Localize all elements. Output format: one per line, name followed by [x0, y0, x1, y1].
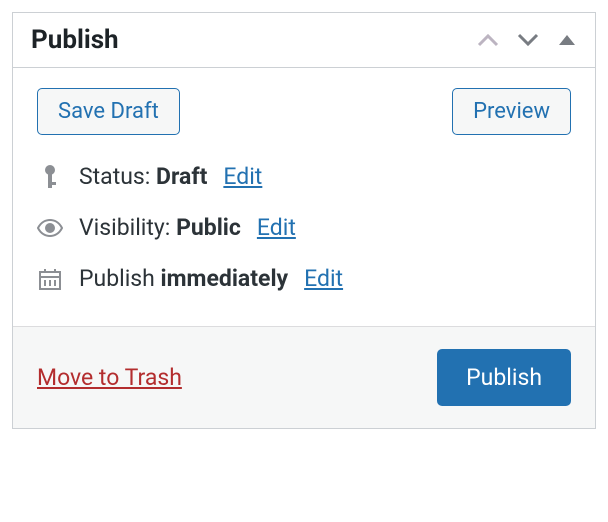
publish-panel: Publish Save Draft Preview Status: Draft: [12, 12, 596, 429]
preview-button[interactable]: Preview: [452, 88, 571, 135]
move-down-icon[interactable]: [517, 33, 539, 47]
status-edit-link[interactable]: Edit: [223, 163, 262, 190]
visibility-edit-link[interactable]: Edit: [257, 214, 296, 241]
panel-header-controls: [477, 33, 577, 47]
status-label: Status:: [79, 163, 156, 190]
visibility-text: Visibility: Public: [79, 214, 241, 241]
status-text: Status: Draft: [79, 163, 207, 190]
eye-icon: [37, 219, 63, 237]
panel-top-actions: Save Draft Preview: [37, 88, 571, 135]
move-up-icon[interactable]: [477, 33, 499, 47]
visibility-label: Visibility:: [79, 214, 176, 241]
panel-footer: Move to Trash Publish: [13, 326, 595, 428]
status-row: Status: Draft Edit: [37, 163, 571, 190]
collapse-toggle-icon[interactable]: [557, 33, 577, 47]
publish-button[interactable]: Publish: [437, 349, 571, 406]
visibility-row: Visibility: Public Edit: [37, 214, 571, 241]
panel-header: Publish: [13, 13, 595, 68]
calendar-icon: [37, 267, 63, 291]
visibility-value: Public: [176, 214, 241, 241]
save-draft-button[interactable]: Save Draft: [37, 88, 180, 135]
move-to-trash-link[interactable]: Move to Trash: [37, 364, 182, 391]
panel-title: Publish: [31, 25, 119, 55]
schedule-label: Publish: [79, 265, 161, 292]
key-icon: [37, 164, 63, 190]
schedule-value: immediately: [161, 265, 289, 292]
status-value: Draft: [156, 163, 207, 190]
schedule-edit-link[interactable]: Edit: [304, 265, 343, 292]
panel-body: Save Draft Preview Status: Draft Edit Vi…: [13, 68, 595, 326]
schedule-row: Publish immediately Edit: [37, 265, 571, 292]
schedule-text: Publish immediately: [79, 265, 288, 292]
